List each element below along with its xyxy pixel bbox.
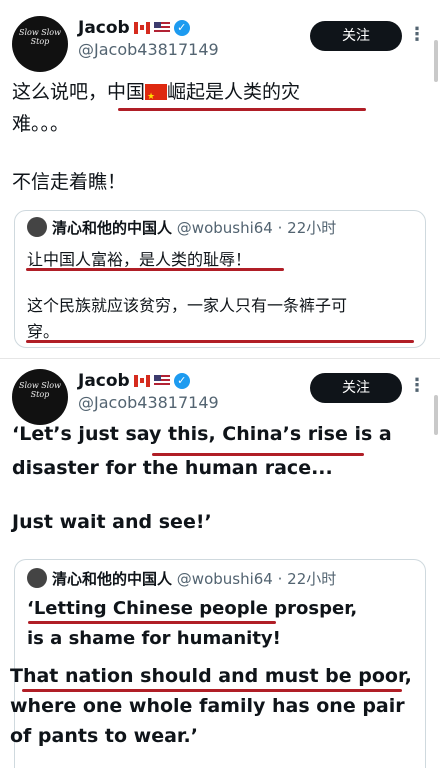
author-row: Jacob ✓: [78, 18, 190, 38]
more-options-icon[interactable]: ⋮: [408, 375, 426, 396]
tweet-text: ‘Let’s just say this, China’s rise is a …: [12, 423, 392, 479]
author-name[interactable]: Jacob: [78, 18, 130, 38]
highlight-underline: [152, 453, 364, 456]
quoted-tweet-text: 这个民族就应该贫穷，一家人只有一条裤子可 穿。: [27, 296, 348, 341]
tweet-card-translation: Slow Slow Stop Jacob ✓ @Jacob43817149 关注…: [0, 358, 440, 768]
tweet-text-line: Just wait and see!’: [12, 511, 212, 533]
highlight-underline: [26, 340, 414, 343]
follow-button[interactable]: 关注: [310, 373, 402, 403]
canada-flag-icon: [133, 22, 150, 34]
author-handle[interactable]: @Jacob43817149: [78, 40, 219, 59]
author-handle[interactable]: @Jacob43817149: [78, 393, 219, 412]
us-flag-icon: [153, 22, 170, 34]
tweet-text-line: 不信走着瞧！: [12, 171, 127, 193]
highlight-underline: [118, 108, 366, 111]
author-row: Jacob ✓: [78, 371, 190, 391]
quoted-tweet[interactable]: 清心和他的中国人 @wobushi64 · 22小时 让中国人富裕，是人类的耻辱…: [14, 210, 426, 348]
china-flag-icon: [145, 81, 168, 113]
scrollbar[interactable]: [434, 40, 438, 82]
highlight-underline: [26, 268, 284, 271]
canada-flag-icon: [133, 375, 150, 387]
highlight-underline: [28, 621, 276, 624]
follow-button[interactable]: 关注: [310, 21, 402, 51]
highlight-underline: [22, 689, 402, 692]
quoted-tweet-header: 清心和他的中国人 @wobushi64 · 22小时: [27, 568, 336, 589]
quoted-avatar: [27, 568, 47, 588]
more-options-icon[interactable]: ⋮: [408, 24, 426, 45]
quoted-avatar: [27, 217, 47, 237]
quoted-tweet-text: That nation should and must be poor, whe…: [10, 665, 412, 747]
author-name[interactable]: Jacob: [78, 371, 130, 391]
avatar[interactable]: Slow Slow Stop: [12, 16, 68, 72]
scrollbar[interactable]: [434, 395, 438, 435]
verified-badge-icon: ✓: [173, 373, 190, 389]
verified-badge-icon: ✓: [173, 20, 190, 36]
tweet-card-original: Slow Slow Stop Jacob ✓ @Jacob43817149 关注…: [0, 0, 440, 358]
quoted-tweet-text: ‘Letting Chinese people prosper, is a sh…: [27, 598, 358, 649]
quoted-tweet-header: 清心和他的中国人 @wobushi64 · 22小时: [27, 217, 336, 238]
us-flag-icon: [153, 375, 170, 387]
